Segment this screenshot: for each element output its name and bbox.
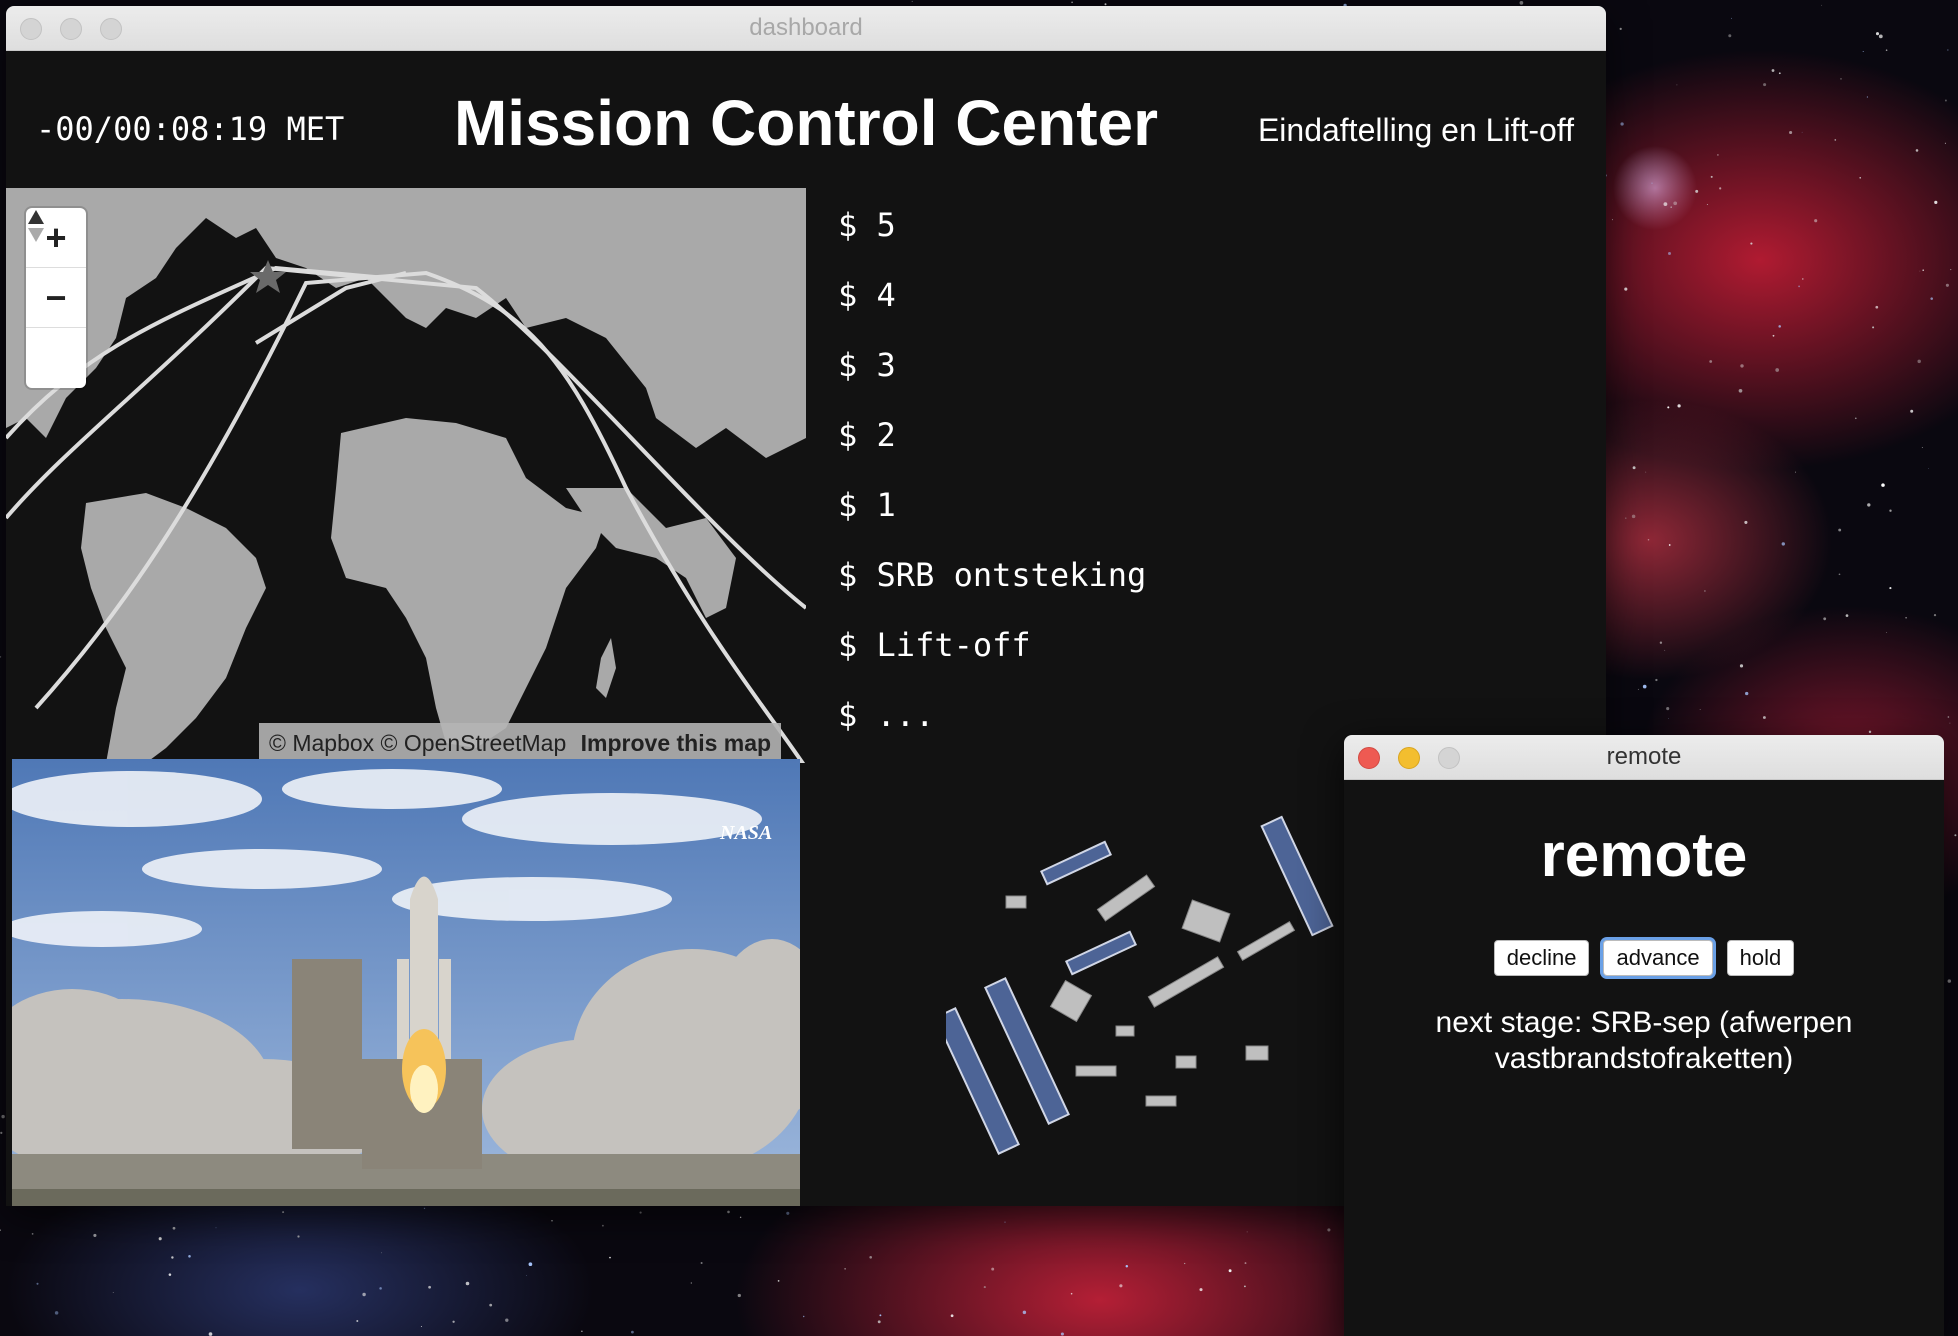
- hold-button[interactable]: hold: [1726, 940, 1795, 976]
- advance-button[interactable]: advance: [1603, 940, 1713, 976]
- remote-heading: remote: [1540, 821, 1748, 890]
- console-line: $ 5: [838, 206, 896, 244]
- next-stage-text: next stage: SRB-sep (afwerpen vastbrands…: [1435, 1006, 1853, 1075]
- map-zoom-control: + −: [26, 208, 86, 388]
- map-attribution: © Mapbox © OpenStreetMap Improve this ma…: [259, 723, 782, 763]
- ground-track-map[interactable]: + − © Mapbox © OpenStreetMap Improve thi…: [6, 188, 806, 763]
- console-line: $ 3: [838, 346, 896, 384]
- launch-image: NASA: [12, 759, 800, 1206]
- compass-icon: [28, 210, 44, 242]
- countdown-console: $ 5 $ 4 $ 3 $ 2 $ 1 $ SRB ontsteking $ Lift-of…: [838, 201, 1146, 761]
- nasa-logo: NASA: [719, 822, 772, 844]
- console-line: $ 4: [838, 276, 896, 314]
- console-line: $ Lift-off: [838, 626, 1031, 664]
- improve-map-link[interactable]: Improve this map: [581, 730, 771, 756]
- console-line: $ 1: [838, 486, 896, 524]
- dashboard-titlebar[interactable]: dashboard: [6, 6, 1606, 51]
- console-line: $ ...: [838, 696, 935, 734]
- remote-titlebar[interactable]: remote: [1344, 735, 1944, 780]
- world-map: [6, 188, 806, 763]
- remote-controls: decline advance hold: [1344, 940, 1944, 976]
- zoom-out-button[interactable]: −: [26, 268, 86, 328]
- decline-button[interactable]: decline: [1493, 940, 1590, 976]
- remote-window: remote remote decline advance hold next …: [1344, 735, 1944, 1336]
- console-line: $ 2: [838, 416, 896, 454]
- window-title: remote: [1606, 743, 1682, 770]
- compass-button[interactable]: [26, 210, 86, 388]
- window-title: dashboard: [749, 14, 863, 41]
- mission-phase: Eindaftelling en Lift-off: [1257, 112, 1574, 148]
- attribution-text[interactable]: © Mapbox © OpenStreetMap: [269, 730, 566, 756]
- console-line: $ SRB ontsteking: [838, 556, 1147, 594]
- space-station-diagram: [946, 815, 1334, 1155]
